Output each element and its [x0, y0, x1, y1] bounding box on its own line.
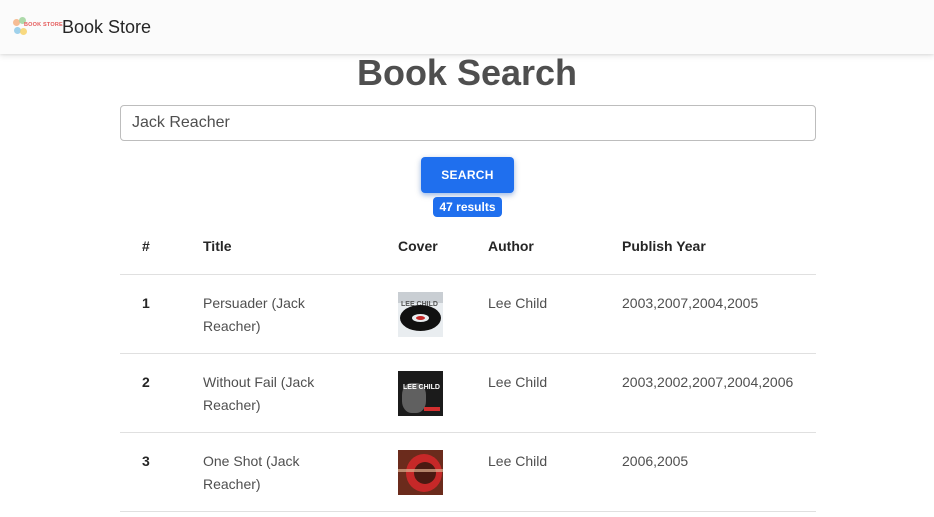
table-header: # Title Cover Author Publish Year: [120, 226, 816, 275]
table-row[interactable]: 1 Persuader (Jack Reacher) LEE CHILD Lee…: [120, 275, 816, 354]
header-author: Author: [488, 238, 534, 254]
book-publish-year: 2003,2002,2007,2004,2006: [622, 374, 794, 390]
page-title: Book Search: [356, 52, 578, 93]
logo-text: BOOK STORE: [24, 22, 63, 28]
row-number: 2: [142, 374, 150, 390]
book-title: Without Fail (Jack Reacher): [203, 374, 315, 413]
navbar: BOOK STORE Book Store: [0, 0, 934, 54]
book-publish-year: 2003,2007,2004,2005: [622, 295, 759, 311]
book-author: Lee Child: [488, 374, 548, 390]
header-title: Title: [203, 238, 232, 254]
store-logo[interactable]: BOOK STORE: [11, 14, 63, 40]
cover-text: LEE CHILD: [403, 384, 440, 391]
book-cover[interactable]: [398, 450, 443, 495]
brand-name[interactable]: Book Store: [62, 17, 151, 38]
book-publish-year: 2006,2005: [622, 453, 689, 469]
row-number: 3: [142, 453, 150, 469]
search-button[interactable]: SEARCH: [421, 157, 514, 193]
book-title: One Shot (Jack Reacher): [203, 453, 300, 492]
book-cover[interactable]: LEE CHILD: [398, 292, 443, 337]
row-number: 1: [142, 295, 150, 311]
header-number: #: [142, 238, 150, 254]
book-author: Lee Child: [488, 453, 548, 469]
search-input[interactable]: [120, 105, 816, 141]
book-title: Persuader (Jack Reacher): [203, 295, 305, 334]
header-cover: Cover: [398, 238, 438, 254]
table-row[interactable]: 3 One Shot (Jack Reacher) Lee Child 2006…: [120, 433, 816, 512]
header-publish-year: Publish Year: [622, 238, 706, 254]
book-cover[interactable]: LEE CHILD: [398, 371, 443, 416]
results-count-badge: 47 results: [433, 197, 502, 217]
table-row[interactable]: 2 Without Fail (Jack Reacher) LEE CHILD …: [120, 354, 816, 433]
book-author: Lee Child: [488, 295, 548, 311]
results-table: # Title Cover Author Publish Year 1 Pers…: [120, 226, 816, 512]
